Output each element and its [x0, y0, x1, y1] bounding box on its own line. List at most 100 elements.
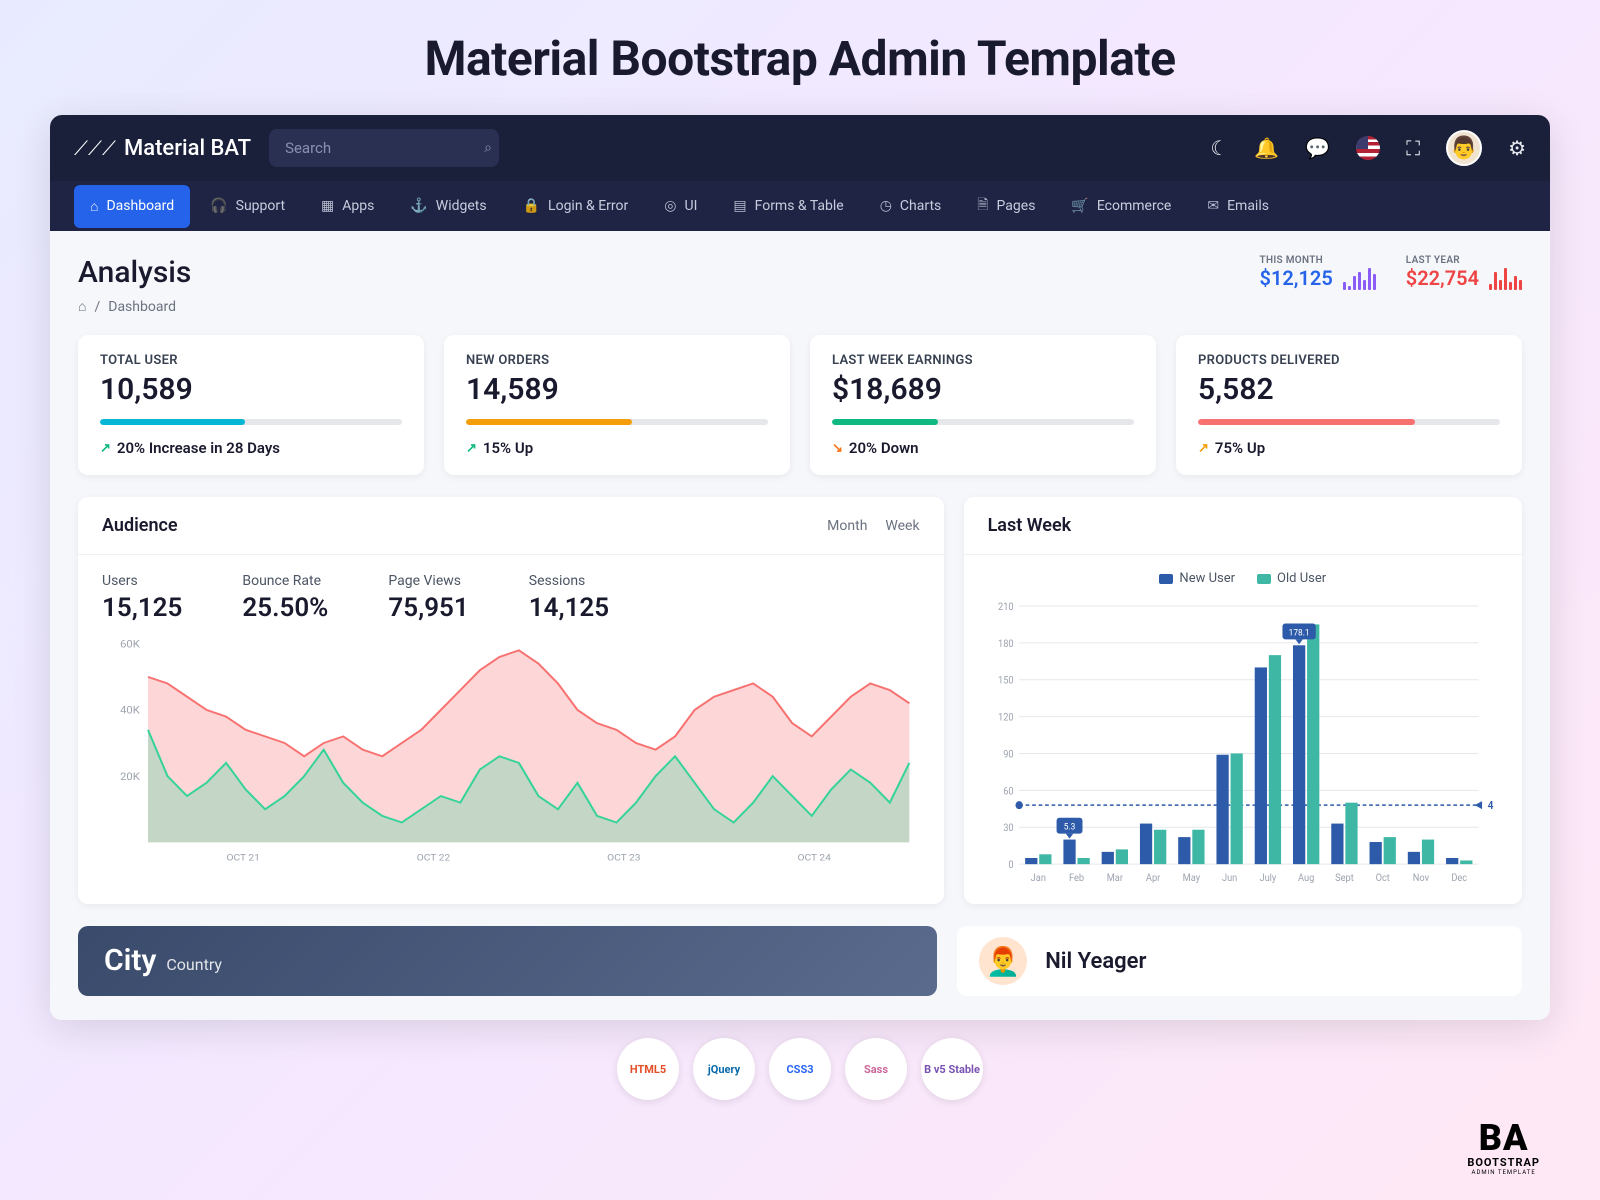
trend-icon: ↗ [1198, 441, 1209, 456]
app-frame: ⟋⟋⟋ Material BAT ⌕ ☾ 🔔 💬 ⛶ 👨 ⚙ ⌂Dashboar… [50, 115, 1550, 1020]
search-input[interactable] [285, 139, 484, 157]
nav-item-pages[interactable]: 🗎Pages [961, 181, 1051, 231]
nav-icon: 🗎 [977, 194, 988, 218]
nav-item-ecommerce[interactable]: 🛒Ecommerce [1055, 185, 1187, 227]
trend-icon: ↗ [466, 441, 477, 456]
city-title: City [104, 943, 156, 978]
search-box[interactable]: ⌕ [269, 129, 499, 167]
svg-text:4: 4 [1487, 799, 1493, 812]
svg-text:Jun: Jun [1222, 873, 1237, 884]
kpi-card: NEW ORDERS 14,589 ↗ 15% Up [444, 335, 790, 475]
audience-metric: Sessions 14,125 [529, 573, 609, 623]
svg-text:Mar: Mar [1106, 873, 1123, 884]
search-icon[interactable]: ⌕ [484, 140, 492, 156]
flag-icon[interactable] [1356, 136, 1380, 160]
tab-month[interactable]: Month [827, 518, 867, 534]
svg-text:OCT 22: OCT 22 [417, 853, 451, 864]
kpi-progress [832, 419, 1134, 425]
charts-row: Audience Month Week Users15,125Bounce Ra… [78, 497, 1522, 904]
content: Analysis ⌂ / Dashboard THIS MONTH $12,12… [50, 231, 1550, 1020]
kpi-trend: ↗ 15% Up [466, 439, 768, 457]
metric-value: 14,125 [529, 593, 609, 623]
brand[interactable]: ⟋⟋⟋ Material BAT [74, 136, 251, 161]
sparkline-year-icon [1489, 266, 1522, 290]
kpi-card: TOTAL USER 10,589 ↗ 20% Increase in 28 D… [78, 335, 424, 475]
this-month-value: $12,125 [1260, 266, 1333, 290]
metric-value: 15,125 [102, 593, 182, 623]
metric-label: Page Views [388, 573, 468, 589]
page-header: Analysis ⌂ / Dashboard THIS MONTH $12,12… [78, 255, 1522, 315]
nav-item-forms-table[interactable]: ▤Forms & Table [717, 185, 859, 227]
tech-badge: CSS3 [769, 1038, 831, 1100]
home-icon[interactable]: ⌂ [78, 298, 86, 315]
svg-text:Aug: Aug [1298, 873, 1314, 884]
svg-text:5.3: 5.3 [1063, 822, 1075, 832]
bell-icon[interactable]: 🔔 [1254, 136, 1279, 160]
kpi-progress [1198, 419, 1500, 425]
nav-label: Emails [1227, 198, 1269, 214]
svg-text:July: July [1259, 873, 1276, 884]
metric-label: Sessions [529, 573, 609, 589]
tech-badge: jQuery [693, 1038, 755, 1100]
chat-icon[interactable]: 💬 [1305, 136, 1330, 160]
nav-item-widgets[interactable]: ⚓ Widgets [394, 185, 502, 227]
nav-icon: ✉ [1207, 198, 1219, 214]
footer-brand-small: BOOTSTRAP [1467, 1156, 1540, 1169]
nav-item-ui[interactable]: ◎UI [648, 185, 713, 227]
svg-text:180: 180 [998, 639, 1014, 650]
sliders-icon[interactable]: ⚙ [1508, 136, 1526, 160]
nav-icon: ⚓ [410, 198, 427, 214]
legend-item: Old User [1257, 571, 1326, 586]
audience-metric: Bounce Rate 25.50% [242, 573, 328, 623]
svg-text:Apr: Apr [1145, 873, 1160, 884]
nav-item-apps[interactable]: ▦Apps [305, 185, 390, 227]
nav-icon: 🔒 [523, 198, 540, 214]
breadcrumb-current: Dashboard [108, 299, 176, 315]
svg-text:Oct: Oct [1375, 873, 1389, 884]
audience-metrics: Users15,125Bounce Rate25.50%Page Views75… [78, 555, 944, 631]
svg-text:178.1: 178.1 [1288, 628, 1309, 638]
svg-text:Dec: Dec [1451, 873, 1467, 884]
period-tabs: Month Week [827, 518, 919, 534]
last-year-label: LAST YEAR [1406, 255, 1522, 266]
profile-card[interactable]: 👨‍🦰 Nil Yeager [957, 926, 1522, 996]
metric-value: 75,951 [388, 593, 468, 623]
tech-badges: HTML5jQueryCSS3SassB v5 Stable [50, 1020, 1550, 1118]
moon-icon[interactable]: ☾ [1210, 136, 1228, 160]
tech-badge: Sass [845, 1038, 907, 1100]
trend-icon: ↗ [100, 441, 111, 456]
svg-text:150: 150 [998, 675, 1014, 686]
nav-label: Forms & Table [755, 198, 844, 214]
nav-item-support[interactable]: 🎧Support [194, 185, 301, 227]
tab-week[interactable]: Week [885, 518, 919, 534]
nav-label: Widgets [436, 198, 487, 214]
svg-text:90: 90 [1003, 749, 1013, 760]
navbar: ⌂Dashboard🎧Support▦Apps ⚓ Widgets 🔒Login & … [50, 181, 1550, 231]
svg-text:120: 120 [998, 712, 1014, 723]
brand-text: Material BAT [124, 136, 251, 161]
nav-item-charts[interactable]: ◷Charts [864, 185, 958, 227]
audience-metric: Page Views 75,951 [388, 573, 468, 623]
last-year-value: $22,754 [1406, 266, 1479, 290]
kpi-label: PRODUCTS DELIVERED [1198, 353, 1500, 368]
kpi-card: PRODUCTS DELIVERED 5,582 ↗ 75% Up [1176, 335, 1522, 475]
tech-badge: B v5 Stable [921, 1038, 983, 1100]
fullscreen-icon[interactable]: ⛶ [1406, 136, 1420, 160]
kpi-progress [100, 419, 402, 425]
kpi-trend: ↗ 75% Up [1198, 439, 1500, 457]
kpi-row: TOTAL USER 10,589 ↗ 20% Increase in 28 D… [78, 335, 1522, 475]
metric-label: Bounce Rate [242, 573, 328, 589]
metric-value: 25.50% [242, 593, 328, 623]
nav-item-login-error[interactable]: 🔒Login & Error [507, 185, 645, 227]
legend-swatch-icon [1257, 574, 1271, 584]
svg-text:30: 30 [1003, 823, 1013, 834]
user-avatar[interactable]: 👨 [1446, 130, 1482, 166]
lastweek-chart: 03060901201501802104JanFebMarAprMayJunJu… [964, 594, 1522, 904]
svg-text:OCT 24: OCT 24 [797, 853, 831, 864]
breadcrumb-sep: / [94, 299, 100, 315]
legend-swatch-icon [1159, 574, 1173, 584]
nav-item-dashboard[interactable]: ⌂Dashboard [74, 185, 190, 228]
city-card[interactable]: City Country [78, 926, 937, 996]
svg-text:Sept: Sept [1335, 873, 1354, 884]
nav-item-emails[interactable]: ✉ Emails [1191, 185, 1285, 227]
